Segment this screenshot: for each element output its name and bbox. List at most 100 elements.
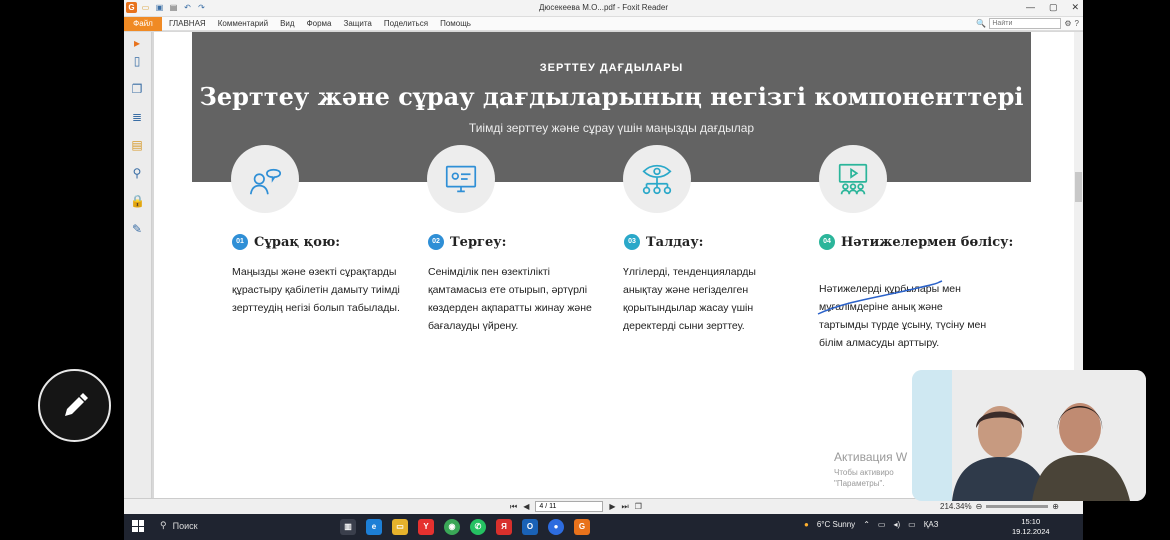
menu-home[interactable]: ГЛАВНАЯ [169,19,206,28]
card-4-icon-circle [819,145,887,213]
tray-expand-icon[interactable]: ⌃ [863,520,870,529]
file-menu[interactable]: Файл [124,17,162,31]
language-indicator[interactable]: ҚАЗ [924,520,939,529]
page-layout-icon[interactable]: ❐ [635,502,642,511]
zoom-in-icon[interactable]: ⊕ [1052,502,1059,511]
taskbar-search-label: Поиск [172,520,198,531]
minimize-icon[interactable]: — [1026,2,1035,13]
search-icon: ⚲ [160,520,167,530]
card-3-heading: 03 Талдау: [624,234,703,250]
activation-line-2: "Параметры". [834,479,885,488]
zoom-out-icon[interactable]: ⊖ [976,502,983,511]
chrome-icon[interactable]: ◉ [444,519,460,535]
attachment-icon[interactable]: ⚲ [130,166,144,180]
card-3-icon-circle [623,145,691,213]
network-icon[interactable]: ▭ [878,520,886,529]
card-1-number: 01 [232,234,248,250]
whatsapp-icon[interactable]: ✆ [470,519,486,535]
prev-page-icon[interactable]: ◀ [523,502,529,511]
weather-text[interactable]: 6°C Sunny [817,520,855,529]
edit-pencil-button[interactable] [38,369,111,442]
menu-view[interactable]: Вид [280,19,294,28]
last-page-icon[interactable]: ⏭ [622,502,629,512]
webcam-people-image [912,370,1146,501]
card-1-icon-circle [231,145,299,213]
zoom-slider[interactable] [986,505,1049,508]
page-title: Зерттеу және сұрау дағдыларының негізгі … [199,82,1024,111]
scroll-thumb[interactable] [1075,172,1082,202]
battery-icon[interactable]: ▭ [908,520,916,529]
yandex-browser-icon[interactable]: Я [496,519,512,535]
task-view-icon[interactable]: ▥ [340,519,356,535]
card-2-icon-circle [427,145,495,213]
system-tray: ● 6°C Sunny ⌃ ▭ ◂) ▭ ҚАЗ [804,520,938,529]
clock[interactable]: 15:10 19.12.2024 [1012,517,1050,537]
question-person-icon [249,168,282,195]
card-2-number: 02 [428,234,444,250]
close-icon[interactable]: ✕ [1071,2,1079,13]
card-3-number: 03 [624,234,640,250]
taskbar-search[interactable]: ⚲ Поиск [160,520,198,531]
outlook-icon[interactable]: O [522,519,538,535]
monitor-research-icon [445,165,477,193]
menu-help[interactable]: Помощь [440,19,471,28]
expand-icon[interactable]: ▸ [130,36,144,50]
windows-taskbar: ⚲ Поиск ▥ e ▭ Y ◉ ✆ Я O ● G ● 6°C Sunny … [124,514,1083,540]
menu-items: ГЛАВНАЯ Комментарий Вид Форма Защита Под… [169,19,471,28]
weather-icon[interactable]: ● [804,520,809,529]
menu-protect[interactable]: Защита [344,19,372,28]
menu-form[interactable]: Форма [307,19,332,28]
lock-icon[interactable]: 🔒 [130,194,145,208]
zoom-app-icon[interactable]: ● [548,519,564,535]
card-3-title: Талдау: [646,234,704,250]
zoom-value[interactable]: 214.34% [940,502,972,511]
comments-icon[interactable]: ▤ [130,138,144,152]
pen-annotation [817,280,943,315]
clock-date: 19.12.2024 [1012,527,1050,536]
find-icon[interactable]: 🔍 [976,19,986,28]
activation-title: Активация W [834,450,908,464]
card-4-title: Нәтижелермен бөлісу: [841,234,1014,250]
card-3-body: Үлгілерді, тенденцияларды анықтау және н… [623,266,756,332]
card-1-body: Маңызды және өзекті сұрақтарды құрастыру… [232,266,400,314]
signature-icon[interactable]: ✎ [130,222,144,236]
card-4-heading: 04 Нәтижелермен бөлісу: [819,234,1013,250]
search-input[interactable] [989,18,1062,29]
activation-line-1: Чтобы активиро [834,468,894,477]
card-2-title: Тергеу: [450,234,507,250]
help-icon[interactable]: ? [1075,19,1079,28]
maximize-icon[interactable]: ▢ [1049,2,1058,13]
menu-share[interactable]: Поделиться [384,19,428,28]
page-number-input[interactable] [535,501,604,512]
presentation-icon [838,163,868,195]
volume-icon[interactable]: ◂) [893,520,900,529]
search-options-icon[interactable]: ⚙ [1064,19,1071,28]
card-2-heading: 02 Тергеу: [428,234,506,250]
title-bar: G ▭ ▣ ▤ ↶ ↷ Дюсекеева М.О...pdf - Foxit … [124,0,1083,17]
start-button[interactable] [132,520,144,532]
taskbar-apps: ▥ e ▭ Y ◉ ✆ Я O ● G [340,519,590,535]
layers-icon[interactable]: ≣ [130,110,144,124]
page-subtitle: Тиімді зерттеу және сұрау үшін маңызды д… [468,121,755,135]
yandex-icon[interactable]: Y [418,519,434,535]
eye-network-icon [642,164,672,195]
foxit-icon[interactable]: G [574,519,590,535]
windows-activation-watermark: Активация W Чтобы активиро "Параметры". [834,450,907,489]
card-4-number: 04 [819,234,835,250]
webcam-video-tile [912,370,1146,501]
hero-banner: ЗЕРТТЕУ ДАҒДЫЛАРЫ Зерттеу және сұрау дағ… [192,32,1031,182]
left-navigation-panel: ▸ ▯ ❐ ≣ ▤ ⚲ 🔒 ✎ [124,32,152,498]
bookmark-icon[interactable]: ❐ [130,82,144,96]
file-explorer-icon[interactable]: ▭ [392,519,408,535]
menu-comment[interactable]: Комментарий [218,19,268,28]
menu-bar: Файл ГЛАВНАЯ Комментарий Вид Форма Защит… [124,17,1083,31]
page-thumbnail-icon[interactable]: ▯ [130,54,144,68]
search-area: 🔍 ⚙ ? [976,18,1079,29]
pencil-icon [64,392,88,416]
clock-time: 15:10 [1021,517,1041,526]
edge-icon[interactable]: e [366,519,382,535]
first-page-icon[interactable]: ⏮ [510,502,517,512]
card-2-body: Сенімділік пен өзектілікті қамтамасыз ет… [428,266,592,332]
zoom-control: 214.34% ⊖ ⊕ [940,502,1059,511]
next-page-icon[interactable]: ▶ [609,502,615,511]
